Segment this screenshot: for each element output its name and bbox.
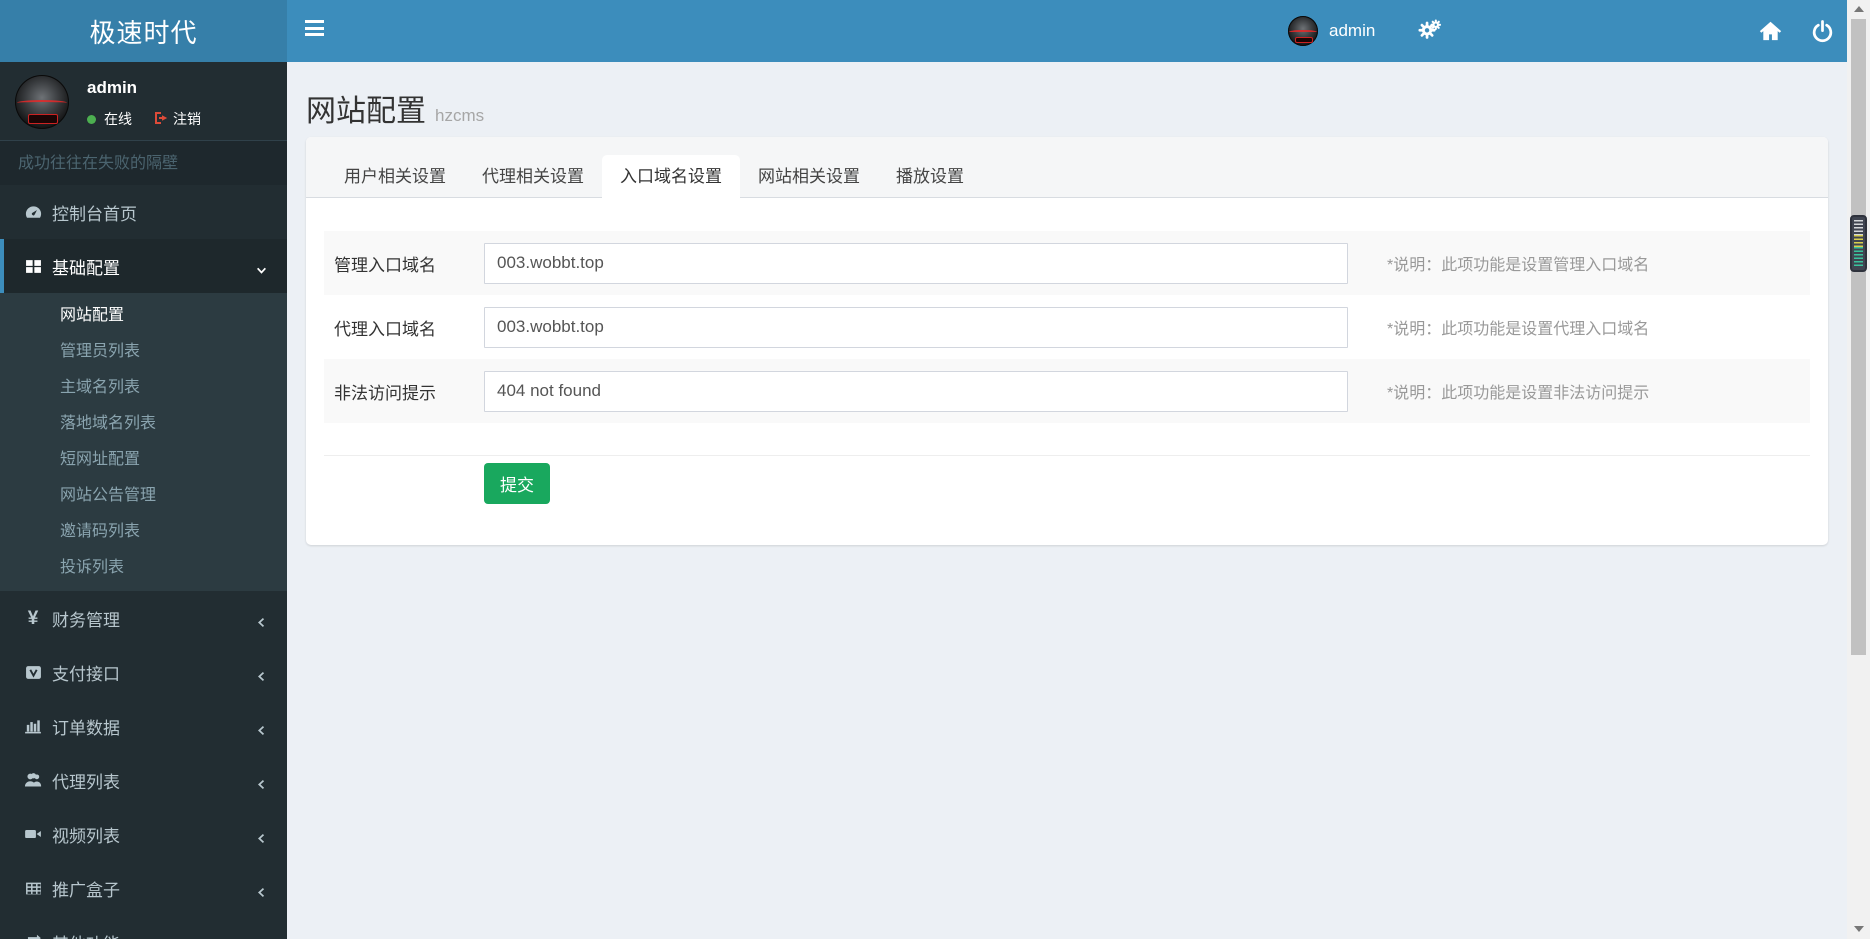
tab-user-settings[interactable]: 用户相关设置 [326, 155, 464, 198]
page-subtitle: hzcms [435, 106, 485, 125]
form-divider [324, 455, 1810, 456]
bar-chart-icon [22, 716, 44, 736]
settings-card: 用户相关设置 代理相关设置 入口域名设置 网站相关设置 播放设置 管理入口域名 … [306, 137, 1828, 545]
sidebar-motto: 成功往往在失败的隔壁 [0, 140, 287, 185]
sidebar-username: admin [87, 78, 138, 97]
sidebar-item-basic-config[interactable]: 基础配置 [0, 239, 287, 293]
scroll-up-arrow-icon[interactable] [1847, 0, 1870, 17]
submit-button[interactable]: 提交 [484, 463, 550, 504]
sidebar-item-label: 控制台首页 [52, 204, 137, 224]
form-row-illegal-access-tip: 非法访问提示 *说明：此项功能是设置非法访问提示 [324, 359, 1810, 423]
sidebar: admin 在线 注销 成功往往在失败的隔壁 控制台首页 基础配置 网站配置 管… [0, 62, 287, 939]
field-note: *说明：此项功能是设置代理入口域名 [1387, 321, 1650, 338]
scrollbar-thumb[interactable] [1851, 19, 1866, 655]
sidebar-item-dashboard[interactable]: 控制台首页 [0, 185, 287, 239]
form-row-agent-entry-domain: 代理入口域名 *说明：此项功能是设置代理入口域名 [324, 295, 1810, 359]
navbar-username: admin [1329, 21, 1376, 40]
submenu-item-landing-domain-list[interactable]: 落地域名列表 [0, 406, 287, 442]
form-row-admin-entry-domain: 管理入口域名 *说明：此项功能是设置管理入口域名 [324, 231, 1810, 295]
submenu-item-invite-codes[interactable]: 邀请码列表 [0, 514, 287, 550]
avatar [1288, 16, 1318, 46]
chevron-left-icon [256, 613, 267, 633]
submenu-item-admin-list[interactable]: 管理员列表 [0, 334, 287, 370]
dashboard-gauge-icon [22, 202, 44, 222]
exchange-arrows-icon [22, 932, 44, 939]
submenu-item-main-domain-list[interactable]: 主域名列表 [0, 370, 287, 406]
sidebar-item-label: 推广盒子 [52, 880, 120, 900]
field-label: 非法访问提示 [334, 383, 436, 403]
submenu-item-site-config[interactable]: 网站配置 [0, 298, 287, 334]
gears-icon [1416, 18, 1443, 45]
settings-tabs: 用户相关设置 代理相关设置 入口域名设置 网站相关设置 播放设置 [306, 137, 1828, 198]
field-label: 代理入口域名 [334, 319, 436, 339]
tab-panel-entry-domain: 管理入口域名 *说明：此项功能是设置管理入口域名 代理入口域名 *说明：此项功能… [306, 198, 1828, 504]
app-logo[interactable]: 极速时代 [0, 0, 287, 62]
chevron-left-icon [256, 883, 267, 903]
sidebar-item-payment[interactable]: 支付接口 [0, 645, 287, 699]
sidebar-item-promo-box[interactable]: 推广盒子 [0, 861, 287, 915]
top-navbar: admin [287, 0, 1870, 62]
sidebar-menu: 控制台首页 基础配置 网站配置 管理员列表 主域名列表 落地域名列表 短网址配置… [0, 185, 287, 939]
sidebar-item-label: 订单数据 [52, 718, 120, 738]
sidebar-submenu-basic-config: 网站配置 管理员列表 主域名列表 落地域名列表 短网址配置 网站公告管理 邀请码… [0, 293, 287, 591]
sidebar-item-finance[interactable]: ¥ 财务管理 [0, 591, 287, 645]
content-header: 网站配置 hzcms [306, 86, 484, 130]
payment-icon [22, 662, 44, 682]
chevron-left-icon [256, 775, 267, 795]
grid-icon [22, 256, 44, 276]
video-camera-icon [22, 824, 44, 844]
sidebar-item-label: 其他功能 [52, 930, 120, 939]
scroll-down-arrow-icon[interactable] [1847, 920, 1870, 937]
submenu-item-announcement[interactable]: 网站公告管理 [0, 478, 287, 514]
page-title: 网站配置 [306, 95, 426, 128]
sidebar-item-agents[interactable]: 代理列表 [0, 753, 287, 807]
illegal-access-tip-input[interactable] [484, 370, 1348, 412]
chevron-left-icon [256, 721, 267, 741]
sidebar-logout-link[interactable]: 注销 [154, 109, 201, 129]
admin-entry-domain-input[interactable] [484, 242, 1348, 284]
tab-play-settings[interactable]: 播放设置 [878, 155, 982, 198]
field-note: *说明：此项功能是设置非法访问提示 [1387, 385, 1650, 402]
sidebar-item-label: 财务管理 [52, 610, 120, 630]
page-scrollbar[interactable] [1847, 0, 1870, 939]
field-label: 管理入口域名 [334, 255, 436, 275]
sidebar-item-other-functions[interactable]: 其他功能 [0, 915, 287, 939]
sidebar-user-panel: admin 在线 注销 [0, 62, 287, 140]
sidebar-toggle-button[interactable] [305, 20, 325, 42]
sidebar-item-orders[interactable]: 订单数据 [0, 699, 287, 753]
home-icon [1759, 20, 1782, 43]
field-note: *说明：此项功能是设置管理入口域名 [1387, 257, 1650, 274]
table-icon [22, 878, 44, 898]
chevron-left-icon [256, 667, 267, 687]
tab-entry-domain-settings[interactable]: 入口域名设置 [602, 155, 740, 198]
navbar-user-menu[interactable]: admin [1288, 15, 1375, 47]
sidebar-item-label: 支付接口 [52, 664, 120, 684]
chevron-down-icon [256, 261, 267, 281]
submenu-item-short-url-config[interactable]: 短网址配置 [0, 442, 287, 478]
home-button[interactable] [1756, 17, 1784, 45]
power-icon [1811, 19, 1834, 43]
online-status-icon [87, 114, 96, 124]
sidebar-item-videos[interactable]: 视频列表 [0, 807, 287, 861]
tab-site-settings[interactable]: 网站相关设置 [740, 155, 878, 198]
sidebar-item-label: 代理列表 [52, 772, 120, 792]
yen-icon: ¥ [27, 607, 39, 629]
submenu-item-complaints[interactable]: 投诉列表 [0, 550, 287, 586]
avatar [15, 75, 69, 129]
chevron-left-icon [256, 829, 267, 849]
sign-out-icon [154, 111, 173, 128]
agent-entry-domain-input[interactable] [484, 306, 1348, 348]
logout-button[interactable] [1808, 17, 1836, 45]
hamburger-icon [305, 20, 324, 23]
sidebar-item-label: 视频列表 [52, 826, 120, 846]
scroll-marker-widget[interactable] [1850, 215, 1867, 272]
tab-agent-settings[interactable]: 代理相关设置 [464, 155, 602, 198]
users-icon [22, 770, 44, 790]
online-status-label: 在线 [104, 111, 132, 127]
sidebar-item-label: 基础配置 [52, 258, 120, 278]
settings-button[interactable] [1415, 17, 1443, 45]
